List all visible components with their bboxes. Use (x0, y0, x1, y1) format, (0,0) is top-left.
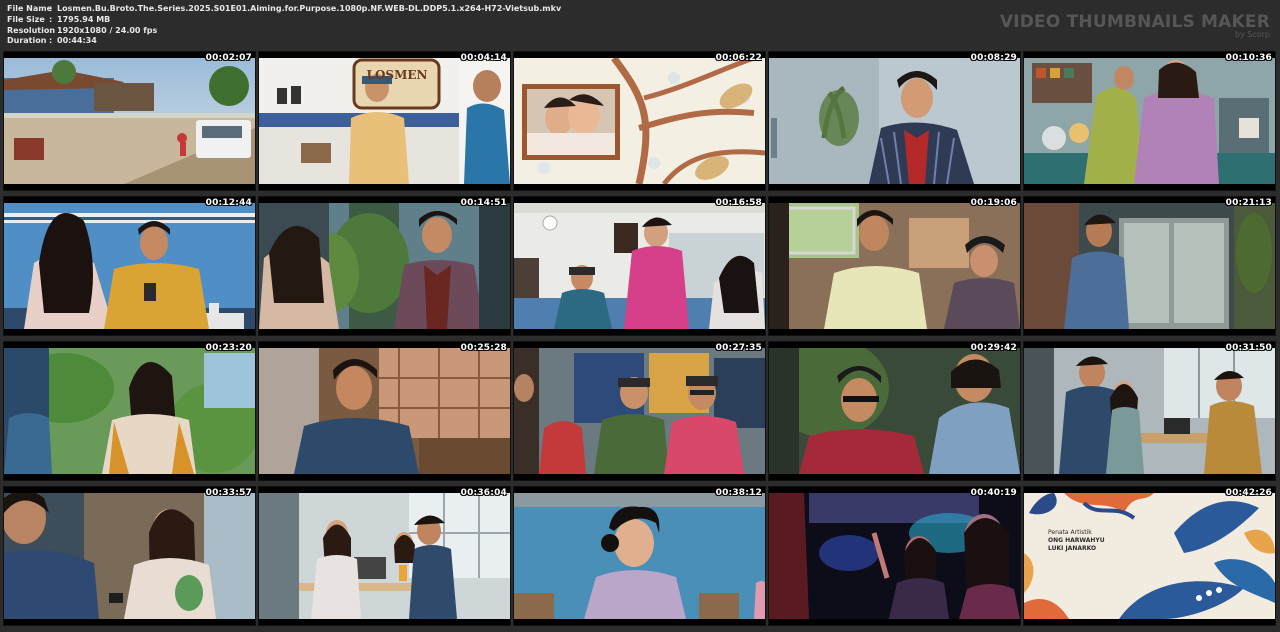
thumbnail[interactable]: 00:12:44 (4, 197, 255, 335)
thumbnail[interactable]: 00:31:50 (1024, 342, 1275, 480)
thumbnail-image (4, 203, 255, 329)
timestamp-label: 00:04:14 (460, 53, 507, 63)
thumbnail-image (1024, 348, 1275, 474)
thumbnail[interactable]: 00:14:51 (259, 197, 510, 335)
thumbnail[interactable]: 00:38:12 (514, 487, 765, 625)
thumbnail-image (259, 348, 510, 474)
thumbnail[interactable]: 00:02:07 (4, 52, 255, 190)
timestamp-label: 00:08:29 (970, 53, 1017, 63)
thumbnail-image (4, 493, 255, 619)
thumbnail[interactable]: 00:19:06 (769, 197, 1020, 335)
thumbnail-image (769, 58, 1020, 184)
timestamp-label: 00:36:04 (460, 488, 507, 498)
timestamp-label: 00:31:50 (1225, 343, 1272, 353)
thumbnail-image (769, 493, 1020, 619)
thumbnail-image (514, 58, 765, 184)
sign-lettering: LOSMEN (366, 68, 428, 82)
thumbnail[interactable]: 00:36:04 (259, 487, 510, 625)
timestamp-label: 00:12:44 (205, 198, 252, 208)
thumbnail-image (4, 58, 255, 184)
timestamp-label: 00:33:57 (205, 488, 252, 498)
thumbnail[interactable]: 00:29:42 (769, 342, 1020, 480)
thumbnail[interactable]: 00:40:19 (769, 487, 1020, 625)
thumbnail-image: Penata Artistik ONG HARWAHYU LUKI JANARK… (1024, 493, 1275, 619)
thumbnail[interactable]: LOSMEN 00:04:14 (259, 52, 510, 190)
timestamp-label: 00:06:22 (715, 53, 762, 63)
thumbnail-image (514, 203, 765, 329)
thumbnail-image (514, 493, 765, 619)
timestamp-label: 00:27:35 (715, 343, 762, 353)
thumbnail-image (259, 493, 510, 619)
timestamp-label: 00:10:36 (1225, 53, 1272, 63)
thumbnail[interactable]: 00:33:57 (4, 487, 255, 625)
thumbnail-image (1024, 203, 1275, 329)
thumbnail-image: LOSMEN (259, 58, 510, 184)
thumbnail[interactable]: 00:06:22 (514, 52, 765, 190)
thumbnail[interactable]: 00:08:29 (769, 52, 1020, 190)
thumbnail-image (769, 203, 1020, 329)
credit-text: Penata Artistik ONG HARWAHYU LUKI JANARK… (1048, 529, 1105, 553)
timestamp-label: 00:40:19 (970, 488, 1017, 498)
timestamp-label: 00:21:13 (1225, 198, 1272, 208)
thumbnail[interactable]: 00:16:58 (514, 197, 765, 335)
timestamp-label: 00:25:28 (460, 343, 507, 353)
thumbnail[interactable]: 00:10:36 (1024, 52, 1275, 190)
credit-role: Penata Artistik (1048, 529, 1092, 536)
timestamp-label: 00:16:58 (715, 198, 762, 208)
thumbnail-image (514, 348, 765, 474)
timestamp-label: 00:38:12 (715, 488, 762, 498)
thumbnail[interactable]: 00:25:28 (259, 342, 510, 480)
timestamp-label: 00:14:51 (460, 198, 507, 208)
thumbnail[interactable]: 00:23:20 (4, 342, 255, 480)
thumbnail-image (259, 203, 510, 329)
thumbnail[interactable]: Penata Artistik ONG HARWAHYU LUKI JANARK… (1024, 487, 1275, 625)
timestamp-label: 00:02:07 (205, 53, 252, 63)
thumbnail-image (4, 348, 255, 474)
thumbnail-image (1024, 58, 1275, 184)
credit-name: LUKI JANARKO (1048, 545, 1097, 552)
timestamp-label: 00:23:20 (205, 343, 252, 353)
thumbnail[interactable]: 00:27:35 (514, 342, 765, 480)
thumbnail-image (769, 348, 1020, 474)
thumbnail[interactable]: 00:21:13 (1024, 197, 1275, 335)
thumbnail-grid: 00:02:07 LOSMEN 00:04:14 00:06:22 00:08:… (0, 0, 1280, 632)
timestamp-label: 00:29:42 (970, 343, 1017, 353)
credit-name: ONG HARWAHYU (1048, 537, 1105, 544)
timestamp-label: 00:42:26 (1225, 488, 1272, 498)
timestamp-label: 00:19:06 (970, 198, 1017, 208)
